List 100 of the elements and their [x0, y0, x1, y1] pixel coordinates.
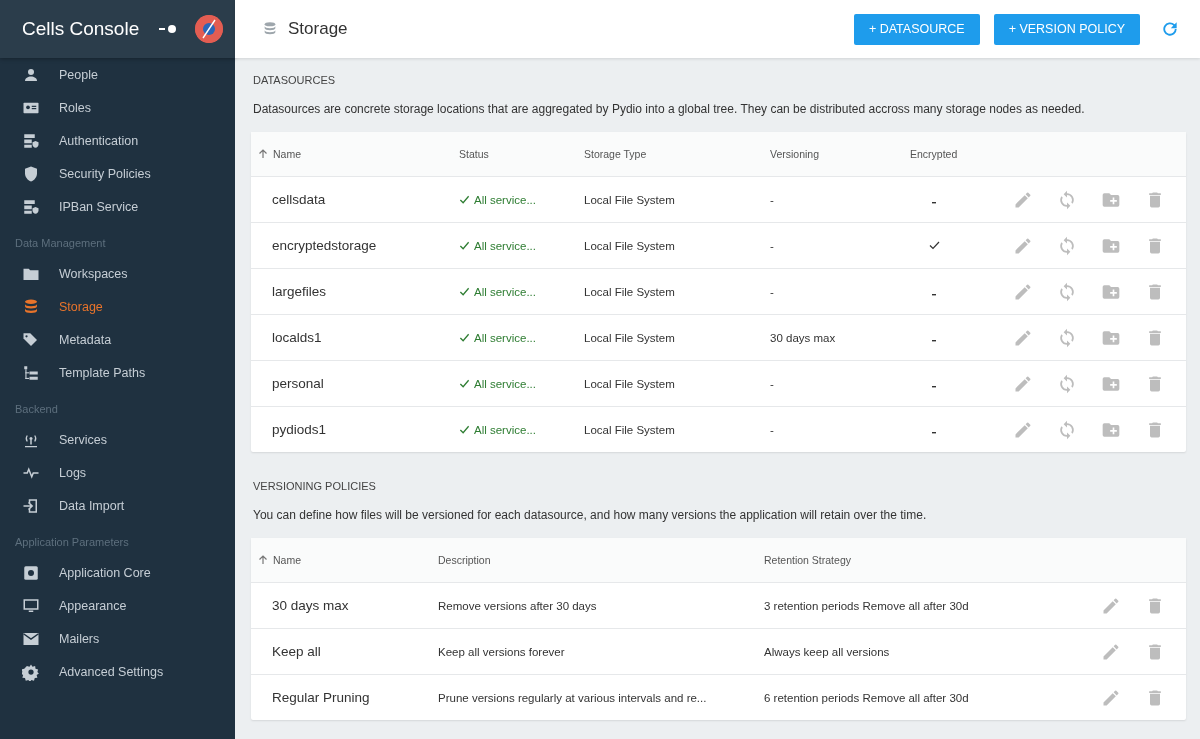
shield-icon: [22, 164, 40, 183]
table-cell-text: Always keep all versions: [764, 645, 891, 658]
table-cell-text: Regular Pruning: [271, 690, 371, 705]
gear-box-icon: [22, 563, 40, 582]
column-header[interactable]: Status: [459, 148, 584, 160]
table-cell-text: -: [770, 423, 775, 436]
table-cell-text: -: [770, 239, 775, 252]
edit-button[interactable]: [1013, 189, 1033, 210]
nav-item[interactable]: Roles: [0, 91, 235, 124]
page-title: Storage: [288, 19, 349, 39]
table-cell-text: Keep all: [271, 644, 322, 659]
import-icon: [22, 496, 40, 515]
table-cell-text: pydiods1: [271, 422, 328, 437]
section-heading: DATASOURCES: [253, 74, 337, 86]
table-cell-text: Remove versions after 30 days: [438, 599, 598, 612]
edit-button[interactable]: [1101, 687, 1121, 708]
database-icon: [22, 297, 40, 316]
column-header[interactable]: Name: [251, 554, 438, 566]
nav-item[interactable]: Data Import: [0, 489, 235, 522]
edit-button[interactable]: [1013, 235, 1033, 256]
server-shield-icon: [22, 131, 40, 150]
table-cell-text: Keep all versions forever: [438, 645, 566, 658]
table-cell-text: localds1: [271, 330, 323, 345]
section-heading: Data Management: [14, 236, 107, 251]
check-icon: [459, 194, 470, 205]
toggle-icon[interactable]: [159, 25, 177, 33]
table-cell-text: 3 retention periods Remove all after 30d: [764, 599, 970, 612]
sync-button[interactable]: [1057, 281, 1077, 302]
column-header[interactable]: Versioning: [770, 148, 910, 160]
sort-arrow-icon: [258, 149, 268, 159]
table-cell-text: largefiles: [271, 284, 328, 299]
nav-item[interactable]: Advanced Settings: [0, 655, 235, 688]
nav-item[interactable]: Storage: [0, 290, 235, 323]
check-icon: [928, 240, 940, 250]
column-header[interactable]: Name: [251, 148, 459, 160]
table-cell-text: Local File System: [584, 331, 676, 344]
sync-button[interactable]: [1057, 373, 1077, 394]
table-cell-text: encryptedstorage: [271, 238, 378, 253]
nav-item[interactable]: People: [0, 58, 235, 91]
section-description: Datasources are concrete storage locations that are aggregated by Pydio into a global tree. They can be distributed accross many storage nodes as needed.: [253, 102, 1086, 116]
nav-item[interactable]: Mailers: [0, 622, 235, 655]
table-cell-text: Local File System: [584, 285, 676, 298]
nav-item[interactable]: Logs: [0, 456, 235, 489]
table-cell-text: personal: [271, 376, 325, 391]
section-heading: VERSIONING POLICIES: [253, 480, 377, 492]
refresh-icon[interactable]: [1160, 19, 1180, 39]
nav-item[interactable]: Metadata: [0, 323, 235, 356]
status-text: All service...: [474, 239, 536, 252]
column-header[interactable]: Description: [438, 554, 764, 566]
table-cell-text: Local File System: [584, 193, 676, 206]
edit-button[interactable]: [1013, 419, 1033, 440]
tree-icon: [22, 363, 40, 382]
edit-button[interactable]: [1101, 641, 1121, 662]
nav-item[interactable]: Application Core: [0, 556, 235, 589]
server-shield-icon: [22, 197, 40, 216]
table-cell-text: cellsdata: [271, 192, 327, 207]
check-icon: [459, 286, 470, 297]
sync-button[interactable]: [1057, 235, 1077, 256]
monitor-icon: [22, 596, 40, 615]
section-description: You can define how files will be versioned for each datasource, and how many versions the application will retain over the time.: [253, 508, 928, 522]
status-text: All service...: [474, 331, 536, 344]
avatar-icon[interactable]: [195, 15, 223, 43]
edit-button[interactable]: [1013, 281, 1033, 302]
status-text: All service...: [474, 423, 536, 436]
settings-icon: [22, 662, 40, 681]
sync-button[interactable]: [1057, 419, 1077, 440]
column-header[interactable]: Storage Type: [584, 148, 770, 160]
column-header[interactable]: Encrypted: [910, 148, 958, 160]
edit-button[interactable]: [1101, 595, 1121, 616]
sync-button[interactable]: [1057, 189, 1077, 210]
nav-item[interactable]: Security Policies: [0, 157, 235, 190]
nav-item[interactable]: Template Paths: [0, 356, 235, 389]
nav-item[interactable]: Services: [0, 423, 235, 456]
edit-button[interactable]: [1013, 327, 1033, 348]
table-cell-text: 30 days max: [271, 598, 350, 613]
check-icon: [459, 424, 470, 435]
check-icon: [459, 240, 470, 251]
tags-icon: [22, 330, 40, 349]
section-heading: Application Parameters: [14, 535, 130, 550]
check-icon: [459, 332, 470, 343]
dash-icon: [932, 201, 936, 204]
check-icon: [459, 378, 470, 389]
dash-icon: [932, 431, 936, 434]
app-title: Cells Console: [22, 18, 141, 40]
sync-button[interactable]: [1057, 327, 1077, 348]
status-text: All service...: [474, 377, 536, 390]
section-heading: Backend: [14, 402, 59, 417]
nav-item[interactable]: Workspaces: [0, 257, 235, 290]
table-cell-text: Local File System: [584, 239, 676, 252]
nav-item[interactable]: Appearance: [0, 589, 235, 622]
status-text: All service...: [474, 193, 536, 206]
table-cell-text: 30 days max: [770, 331, 837, 344]
table-cell-text: -: [770, 193, 775, 206]
nav-item[interactable]: Authentication: [0, 124, 235, 157]
table-cell-text: Prune versions regularly at various intervals and re...: [438, 691, 708, 704]
edit-button[interactable]: [1013, 373, 1033, 394]
status-text: All service...: [474, 285, 536, 298]
table-cell-text: Local File System: [584, 377, 676, 390]
column-header[interactable]: Retention Strategy: [764, 554, 1186, 566]
nav-item[interactable]: IPBan Service: [0, 190, 235, 223]
